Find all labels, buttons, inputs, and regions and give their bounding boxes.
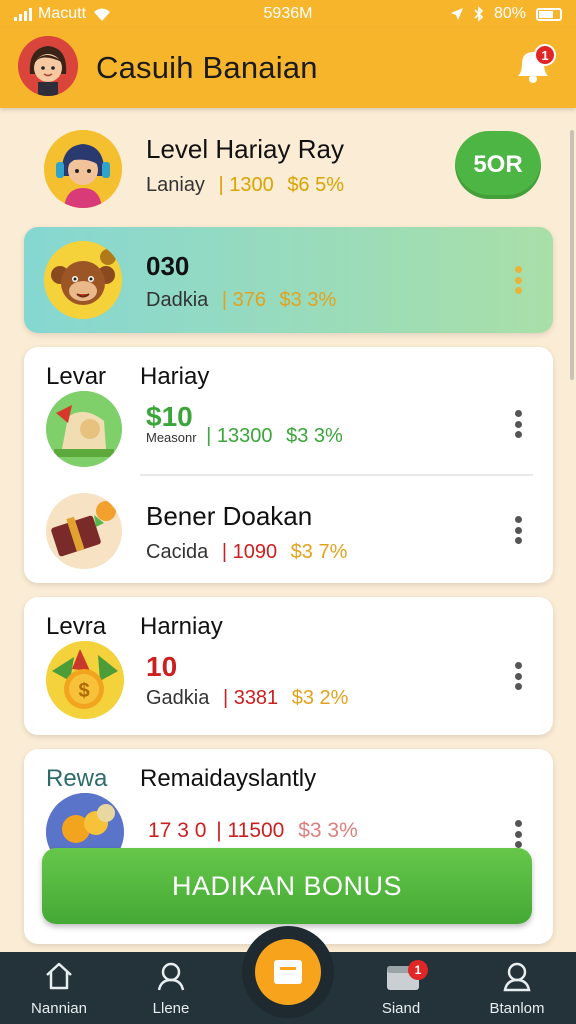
carrier-label: Macutt: [38, 5, 87, 22]
shell-avatar-icon: [46, 391, 122, 467]
group-3-section-label: Rewa: [46, 765, 108, 792]
nav-item-inbox[interactable]: Siand: [346, 952, 456, 1024]
group-1-row-2-stats: Cacida | 1090 $3 7%: [146, 541, 347, 564]
wallet-icon: [274, 960, 302, 984]
scrollbar[interactable]: [570, 130, 574, 380]
app-title: Casuih Banaian: [96, 50, 318, 85]
signal-icon: [14, 7, 32, 21]
group-2-row-1-title: 10: [146, 651, 178, 682]
row-divider: [140, 474, 533, 476]
group-2-row-1-amount: $3 2%: [291, 687, 349, 709]
highlight-name: 030: [146, 251, 190, 281]
group-1-row-1-stats: Measonr | 13300 $3 3%: [146, 425, 343, 448]
highlight-stats: Dadkia | 376 $3 3%: [146, 289, 336, 312]
gift-box-icon: [46, 493, 122, 569]
center-action-inner: [255, 939, 321, 1005]
group-2-row-1-more-icon[interactable]: [508, 659, 528, 693]
nav-label-profile: Btanlom: [489, 1000, 545, 1017]
group-1-row-1-amount: $3 3%: [286, 425, 343, 447]
home-icon: [46, 962, 72, 990]
group-1-row-1-points: | 13300: [206, 425, 273, 447]
group-1-row-2-more-icon[interactable]: [508, 513, 528, 547]
group-2-header-name: Harniay: [140, 613, 223, 640]
nav-label-home: Nannian: [31, 1000, 87, 1017]
group-1-card: Levar Hariay $10 Measonr | 13300 $3 3% B…: [24, 347, 553, 583]
group-2-row-1-avatar: $: [46, 641, 124, 719]
group-1-row-2-amount: $3 7%: [290, 541, 348, 563]
leader-name: Level Hariay Ray: [146, 134, 344, 164]
avatar-girl-icon: [18, 36, 78, 96]
user-icon: [157, 962, 185, 991]
leader-stats: Laniay | 1300 $6 5%: [146, 174, 344, 197]
group-2-row-1-sub-label: Gadkia: [146, 687, 210, 709]
nav-label-user: Llene: [152, 1000, 190, 1017]
center-action-button[interactable]: [242, 926, 334, 1018]
highlight-points: | 376: [221, 289, 266, 311]
bluetooth-icon: [474, 6, 484, 22]
group-1-row-1-sub-label: Measonr: [146, 430, 197, 445]
leader-amount: $6 5%: [287, 174, 345, 196]
nav-item-profile[interactable]: Btanlom: [462, 952, 572, 1024]
group-1-row-2-sub-label: Cacida: [146, 541, 209, 563]
highlight-sub-label: Dadkia: [146, 289, 209, 311]
profile-avatar[interactable]: [18, 36, 78, 96]
group-2-row-1-points: | 3381: [222, 687, 279, 709]
app-header: Casuih Banaian 1: [0, 28, 576, 108]
group-3-header-name: Remaidayslantly: [140, 765, 317, 792]
bonus-button[interactable]: HADIKAN BONUS: [42, 848, 532, 924]
leader-points: | 1300: [218, 174, 274, 196]
battery-percent: 80%: [493, 5, 526, 22]
claim-button[interactable]: 5OR: [455, 131, 541, 199]
status-bar: Macutt 5936M 80%: [0, 0, 576, 28]
group-1-row-1-avatar: [46, 391, 122, 467]
coin-leaves-icon: $: [46, 641, 124, 719]
monkey-avatar-icon: [44, 241, 122, 319]
leader-sub-label: Laniay: [146, 174, 205, 196]
group-3-row-1-title: 17 3 0: [148, 819, 207, 842]
highlight-more-icon[interactable]: [508, 263, 528, 297]
group-1-row-2-avatar: [46, 493, 122, 569]
notification-badge: 1: [534, 44, 556, 66]
svg-text:$: $: [78, 680, 89, 702]
group-1-row-2-points: | 1090: [221, 541, 278, 563]
group-2-section-label: Levra: [46, 613, 107, 640]
group-3-row-1-amount: $3 3%: [298, 819, 358, 842]
highlight-avatar: [44, 241, 122, 319]
group-2-card: Levra Harniay $ 10 Gadkia | 3381 $3 2%: [24, 597, 553, 735]
profile-icon: [503, 962, 531, 992]
inbox-badge: 1: [408, 960, 428, 980]
group-1-row-2-name: Bener Doakan: [146, 501, 313, 531]
group-3-row-1-points: | 11500: [216, 819, 285, 842]
nav-label-inbox: Siand: [381, 1000, 421, 1017]
leader-avatar: [44, 130, 122, 208]
nav-item-home[interactable]: Nannian: [4, 952, 114, 1024]
highlight-card[interactable]: 030 Dadkia | 376 $3 3%: [24, 227, 553, 333]
group-3-row-1-stats: 17 3 0 | 11500 $3 3%: [148, 819, 358, 843]
location-icon: [450, 8, 463, 20]
nav-item-user[interactable]: Llene: [116, 952, 226, 1024]
highlight-amount: $3 3%: [279, 289, 337, 311]
group-1-header-name: Hariay: [140, 363, 210, 390]
group-2-row-1-stats: Gadkia | 3381 $3 2%: [146, 687, 348, 710]
gamer-avatar-icon: [44, 130, 122, 208]
group-1-row-1-more-icon[interactable]: [508, 407, 528, 441]
group-1-section-label: Levar: [46, 363, 107, 390]
group-3-row-1-more-icon[interactable]: [508, 817, 528, 851]
wifi-icon: [94, 8, 111, 21]
battery-icon: [536, 7, 562, 21]
